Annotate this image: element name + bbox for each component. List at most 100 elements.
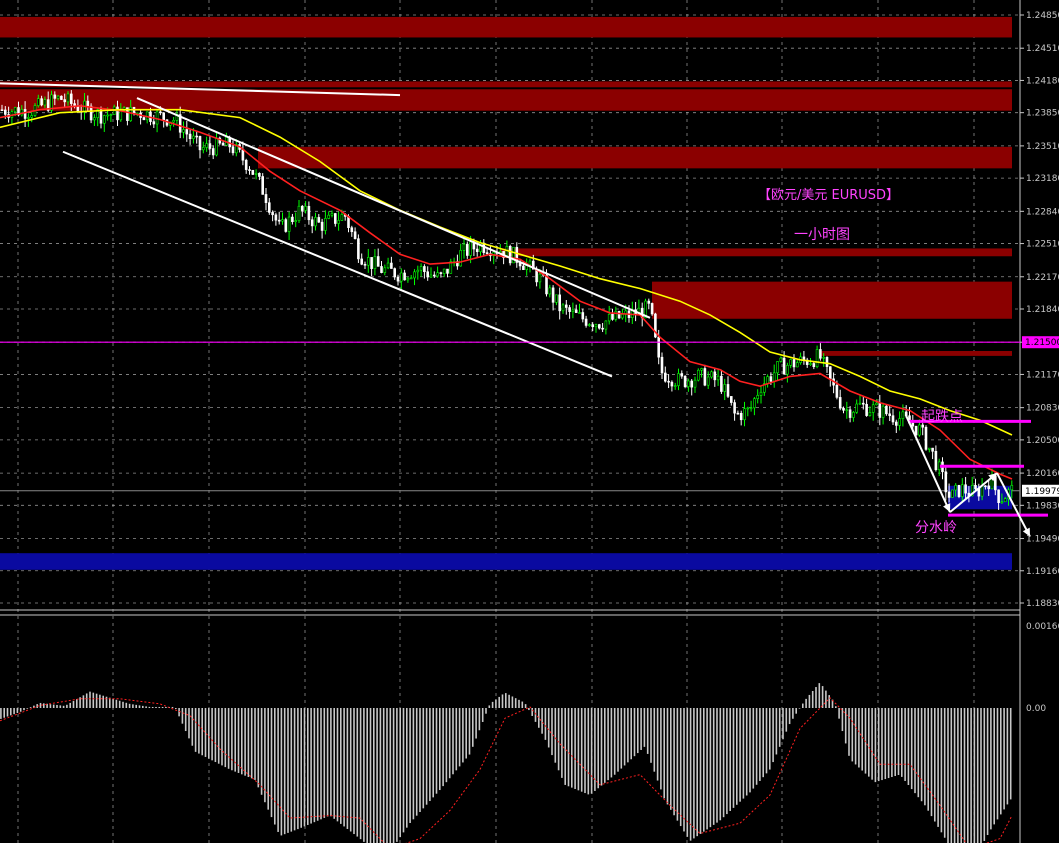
macd-bar (742, 708, 745, 799)
candle-body (885, 405, 888, 415)
price-tick-label: 1.19160 (1026, 567, 1059, 577)
macd-bar (990, 708, 992, 830)
macd-bar (293, 708, 296, 831)
candle-body (109, 114, 113, 116)
candle-body (106, 114, 109, 117)
candle-body (23, 109, 27, 119)
macd-bar (270, 708, 273, 818)
candle-body (957, 484, 961, 497)
price-tick-label: 1.24510 (1026, 44, 1059, 54)
macd-bar (208, 708, 210, 759)
candle-body (786, 365, 789, 375)
macd-bar (66, 704, 68, 708)
macd-bar (290, 708, 293, 832)
macd-bar (310, 708, 312, 824)
macd-bar (904, 708, 906, 781)
macd-bar (1000, 708, 1002, 815)
candle-body (66, 93, 70, 103)
macd-bar (274, 708, 276, 825)
macd-bar (326, 708, 329, 817)
macd-bar (973, 708, 976, 843)
candle-body (855, 403, 859, 413)
candle-body (416, 269, 420, 273)
candle-body (231, 146, 235, 154)
price-tick-label: 1.23850 (1026, 109, 1059, 119)
macd-bar (214, 708, 217, 763)
macd-bar (184, 708, 187, 732)
macd-bar (805, 698, 807, 708)
macd-bar (349, 708, 352, 832)
candle-body (822, 357, 826, 359)
macd-bar (472, 708, 474, 747)
candle-body (211, 148, 215, 156)
candle-body (703, 368, 707, 386)
macd-bar (125, 702, 128, 708)
candle-body (360, 258, 364, 265)
candle-body (244, 159, 248, 170)
candle-body (974, 485, 977, 490)
macd-bar (953, 708, 956, 843)
zone-4 (500, 248, 1012, 257)
macd-bar (148, 706, 151, 708)
macd-bar (82, 695, 85, 708)
macd-bar (188, 708, 190, 739)
macd-bar (788, 708, 791, 725)
macd-bar (993, 708, 995, 825)
macd-bar (445, 708, 448, 783)
candle-body (198, 136, 202, 151)
macd-bar (752, 708, 755, 789)
macd-bar (138, 705, 141, 708)
macd-bar (637, 708, 639, 754)
macd-bar (254, 708, 256, 780)
macd-bar (983, 708, 986, 841)
candle-body (809, 363, 812, 365)
candle-body (657, 336, 661, 358)
candle-body (465, 243, 469, 256)
macd-bar (432, 708, 434, 798)
macd-bar (336, 708, 339, 822)
macd-bar (848, 708, 850, 756)
macd-bar (620, 708, 623, 769)
candle-body (432, 274, 436, 277)
macd-bar (719, 708, 722, 821)
macd-bar (887, 708, 890, 779)
candle-body (934, 450, 938, 471)
candle-body (103, 115, 106, 124)
candle-body (964, 484, 967, 494)
candle-body (426, 271, 430, 278)
candle-body (294, 220, 298, 223)
macd-bar (531, 708, 533, 716)
macd-bar (462, 708, 464, 763)
candle-body (419, 266, 423, 271)
candle-body (871, 404, 875, 413)
macd-bar (161, 706, 164, 708)
candle-body (828, 366, 832, 380)
candle-body (383, 267, 387, 273)
macd-bar (567, 708, 570, 787)
forex-chart: 1.24850 1.24510 1.24180 1.23850 1.23510 1.231… (0, 0, 1059, 843)
macd-bar (26, 708, 29, 709)
candle-body (611, 313, 614, 320)
current-price-label: 1.19979 (1025, 487, 1059, 497)
macd-bar (376, 708, 378, 843)
candle-body (756, 395, 760, 399)
macd-bar (927, 708, 929, 811)
macd-bar (52, 704, 55, 708)
candle-body (406, 277, 410, 281)
candle-body (564, 304, 568, 308)
macd-bar (340, 708, 342, 824)
macd-bar (102, 695, 104, 708)
macd-bar (485, 708, 487, 714)
macd-bar (128, 703, 131, 708)
macd-bar (960, 708, 962, 843)
macd-bar (564, 708, 566, 785)
candle-body (86, 100, 90, 107)
candle-body (188, 133, 192, 139)
macd-bar (429, 708, 431, 802)
level-price-label: 1.21500 (1025, 338, 1059, 348)
candle-body (413, 271, 416, 279)
candle-body (13, 107, 17, 112)
macd-bar (874, 708, 877, 783)
candle-body (350, 227, 354, 233)
macd-bar (782, 708, 784, 740)
